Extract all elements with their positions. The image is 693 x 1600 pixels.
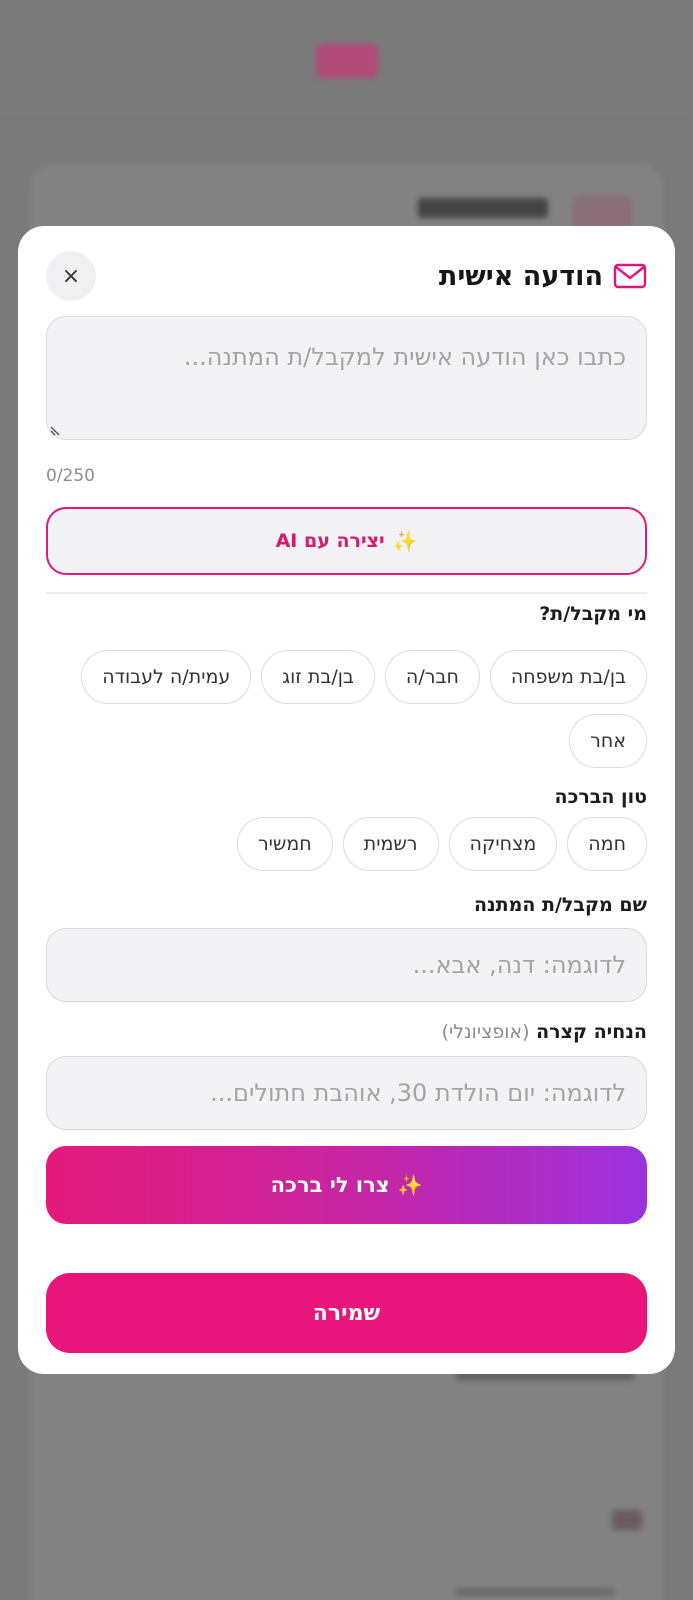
tone-options: חמה מצחיקה רשמית חמשיר <box>46 817 647 871</box>
close-icon: × <box>61 263 81 289</box>
background-text <box>418 198 548 218</box>
message-textarea[interactable]: כתבו כאן הודעה אישית למקבל/ת המתנה... <box>46 316 647 440</box>
tone-label: טון הברכה <box>554 786 647 808</box>
chip-friend[interactable]: חבר/ה <box>384 650 480 704</box>
sparkle-icon: ✨ <box>397 1173 423 1197</box>
hint-input[interactable]: לדוגמה: יום הולדת 30, אוהבת חתולים... <box>46 1056 647 1130</box>
optional-tag: (אופציונלי) <box>441 1021 530 1043</box>
modal-title: הודעה אישית <box>438 260 603 292</box>
mail-icon <box>613 259 647 293</box>
chip-tone-funny[interactable]: מצחיקה <box>448 817 558 871</box>
generate-greeting-button[interactable]: ✨ צרו לי ברכה <box>46 1146 647 1224</box>
chip-tone-limerick[interactable]: חמשיר <box>236 817 333 871</box>
generate-greeting-label: צרו לי ברכה <box>270 1173 390 1197</box>
recipient-label: מי מקבל/ת? <box>539 603 647 625</box>
hint-placeholder: לדוגמה: יום הולדת 30, אוהבת חתולים... <box>210 1079 626 1107</box>
personal-message-modal: הודעה אישית × כתבו כאן הודעה אישית למקבל… <box>18 226 675 1374</box>
hint-label-text: הנחיה קצרה <box>536 1021 647 1043</box>
modal-header: הודעה אישית × <box>46 248 647 304</box>
recipient-name-label: שם מקבל/ת המתנה <box>473 894 647 916</box>
background-badge <box>612 1510 642 1530</box>
recipient-name-input[interactable]: לדוגמה: דנה, אבא... <box>46 928 647 1002</box>
close-button[interactable]: × <box>46 251 96 301</box>
message-placeholder: כתבו כאן הודעה אישית למקבל/ת המתנה... <box>183 343 626 371</box>
background-logo <box>316 44 378 78</box>
chip-other[interactable]: אחר <box>569 714 647 768</box>
save-button[interactable]: שמירה <box>46 1273 647 1353</box>
create-with-ai-label: יצירה עם AI <box>275 530 385 552</box>
background-divider <box>0 120 693 121</box>
chip-tone-warm[interactable]: חמה <box>567 817 647 871</box>
hint-label: הנחיה קצרה (אופציונלי) <box>442 1021 647 1043</box>
background-text <box>455 1588 615 1596</box>
recipient-name-placeholder: לדוגמה: דנה, אבא... <box>412 951 626 979</box>
recipient-options: בן/בת משפחה חבר/ה בן/בת זוג עמית/ה לעבוד… <box>46 650 647 768</box>
chip-partner[interactable]: בן/בת זוג <box>261 650 375 704</box>
create-with-ai-button[interactable]: ✨ יצירה עם AI <box>46 507 647 575</box>
section-divider <box>46 592 647 594</box>
chip-coworker[interactable]: עמית/ה לעבודה <box>81 650 252 704</box>
chip-tone-formal[interactable]: רשמית <box>342 817 439 871</box>
resize-handle-icon[interactable] <box>50 422 64 436</box>
chip-family[interactable]: בן/בת משפחה <box>489 650 647 704</box>
char-counter: 0/250 <box>46 466 95 486</box>
sparkle-icon: ✨ <box>392 529 418 553</box>
modal-title-group: הודעה אישית <box>439 259 647 293</box>
